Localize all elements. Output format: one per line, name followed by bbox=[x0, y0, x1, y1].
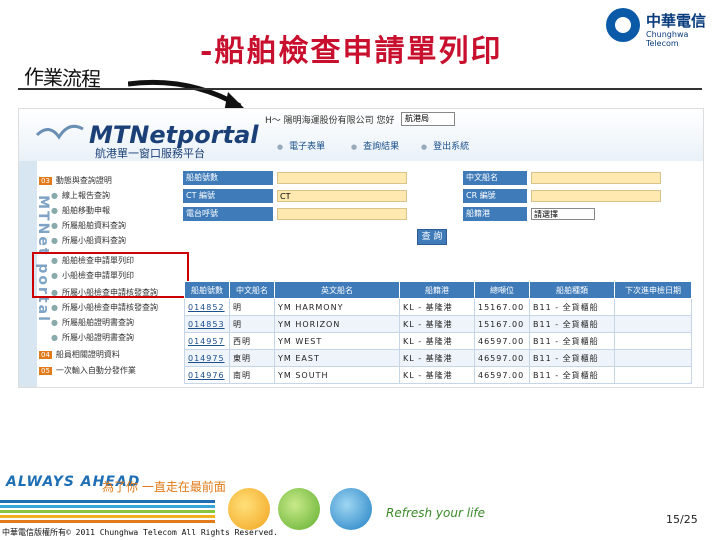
table-cell: KL - 基隆港 bbox=[399, 332, 475, 350]
label-zh-name: 中文船名 bbox=[463, 171, 527, 185]
chunghwa-logo: 中華電信 Chunghwa Telecom bbox=[606, 8, 718, 48]
ship-no-link[interactable]: 014852 bbox=[184, 298, 230, 316]
nav-item[interactable]: ● 船舶移動申報 bbox=[51, 205, 110, 217]
table-cell bbox=[614, 315, 692, 333]
table-cell: B11 - 全貨櫃船 bbox=[529, 349, 615, 367]
col-next-inspection: 下次進申檢日期 bbox=[614, 281, 692, 299]
greeting-text: H～ 陽明海運股份有限公司 您好 bbox=[265, 116, 395, 126]
page-number: 15/25 bbox=[666, 513, 698, 526]
table-cell: YM HARMONY bbox=[274, 298, 400, 316]
label-ct-no: CT 編號 bbox=[183, 189, 273, 203]
table-cell: YM SOUTH bbox=[274, 366, 400, 384]
footer-slogan-zh: 為了你 一直走在最前面 bbox=[102, 480, 226, 494]
table-cell: 15167.00 bbox=[474, 298, 530, 316]
table-cell: YM EAST bbox=[274, 349, 400, 367]
col-ship-no: 船舶號數 bbox=[184, 281, 230, 299]
table-cell: KL - 基隆港 bbox=[399, 315, 475, 333]
refresh-tagline: Refresh your life bbox=[386, 506, 486, 520]
callsign-input[interactable] bbox=[277, 208, 407, 220]
nav-item[interactable]: ● 所屬小船資料查詢 bbox=[51, 235, 126, 247]
zh-name-input[interactable] bbox=[531, 172, 661, 184]
label-callsign: 電台呼號 bbox=[183, 207, 273, 221]
table-row: 014976 南明 YM SOUTH KL - 基隆港 46597.00 B11… bbox=[184, 366, 692, 384]
table-row: 014853 明 YM HORIZON KL - 基隆港 15167.00 B1… bbox=[184, 315, 692, 333]
footer-stripes bbox=[0, 500, 215, 528]
portal-subtitle: 航港單一窗口服務平台 bbox=[95, 147, 205, 160]
port-select[interactable]: 航港局 bbox=[401, 112, 455, 126]
logo-zh-text: 中華電信 bbox=[646, 12, 707, 30]
blue-orb-icon bbox=[330, 488, 372, 530]
nav-item[interactable]: ● 所屬小船檢查申請核發查詢 bbox=[51, 302, 158, 314]
table-cell: B11 - 全貨櫃船 bbox=[529, 366, 615, 384]
tab-eform[interactable]: 電子表單 bbox=[277, 139, 325, 152]
slide-title: -船舶檢查申請單列印 bbox=[200, 34, 503, 69]
query-button[interactable]: 查 詢 bbox=[417, 229, 447, 245]
nav-section-04[interactable]: 04 船員相關證明資料 bbox=[39, 349, 120, 361]
table-row: 014852 明 YM HARMONY KL - 基隆港 15167.00 B1… bbox=[184, 298, 692, 316]
result-table: 船舶號數 中文船名 英文船名 船籍港 總噸位 船舶種類 下次進申檢日期 0148… bbox=[184, 281, 692, 384]
nav-item[interactable]: ● 線上報告查詢 bbox=[51, 190, 110, 202]
table-cell: B11 - 全貨櫃船 bbox=[529, 298, 615, 316]
table-row: 014957 西明 YM WEST KL - 基隆港 46597.00 B11 … bbox=[184, 332, 692, 350]
ship-no-link[interactable]: 014975 bbox=[184, 349, 230, 367]
nav-item[interactable]: ● 所屬船舶證明書查詢 bbox=[51, 317, 134, 329]
table-cell: 西明 bbox=[229, 332, 275, 350]
cr-no-input[interactable] bbox=[531, 190, 661, 202]
table-cell: 15167.00 bbox=[474, 315, 530, 333]
table-cell: 明 bbox=[229, 298, 275, 316]
ct-no-input[interactable]: CT bbox=[277, 190, 407, 202]
nav-section-03[interactable]: 03 動態與查詢證明 bbox=[39, 175, 112, 187]
table-cell: KL - 基隆港 bbox=[399, 349, 475, 367]
table-cell: KL - 基隆港 bbox=[399, 298, 475, 316]
port-of-registry-select[interactable]: 請選擇 bbox=[531, 208, 595, 220]
seagull-icon bbox=[35, 124, 84, 140]
table-cell: YM HORIZON bbox=[274, 315, 400, 333]
logo-en-text: Chunghwa Telecom bbox=[646, 30, 689, 48]
portal-screenshot: MTNetportal 航港單一窗口服務平台 H～ 陽明海運股份有限公司 您好 … bbox=[18, 108, 704, 388]
highlight-box bbox=[32, 252, 189, 298]
col-port: 船籍港 bbox=[399, 281, 475, 299]
label-cr-no: CR 編號 bbox=[463, 189, 527, 203]
label-ship-no: 船舶號數 bbox=[183, 171, 273, 185]
table-cell: KL - 基隆港 bbox=[399, 366, 475, 384]
table-cell: 46597.00 bbox=[474, 366, 530, 384]
orange-orb-icon bbox=[228, 488, 270, 530]
tab-logout[interactable]: 登出系統 bbox=[421, 139, 469, 152]
nav-item[interactable]: ● 所屬船舶資料查詢 bbox=[51, 220, 126, 232]
table-cell: YM WEST bbox=[274, 332, 400, 350]
ship-no-link[interactable]: 014853 bbox=[184, 315, 230, 333]
col-tonnage: 總噸位 bbox=[474, 281, 530, 299]
col-ship-type: 船舶種類 bbox=[529, 281, 615, 299]
table-cell: 南明 bbox=[229, 366, 275, 384]
table-cell: 46597.00 bbox=[474, 332, 530, 350]
table-cell: 46597.00 bbox=[474, 349, 530, 367]
table-cell: 東明 bbox=[229, 349, 275, 367]
title-rule bbox=[18, 88, 702, 90]
table-cell: B11 - 全貨櫃船 bbox=[529, 332, 615, 350]
table-cell: B11 - 全貨櫃船 bbox=[529, 315, 615, 333]
ship-no-input[interactable] bbox=[277, 172, 407, 184]
ship-no-link[interactable]: 014976 bbox=[184, 366, 230, 384]
col-en-name: 英文船名 bbox=[274, 281, 400, 299]
table-row: 014975 東明 YM EAST KL - 基隆港 46597.00 B11 … bbox=[184, 349, 692, 367]
col-zh-name: 中文船名 bbox=[229, 281, 275, 299]
label-port: 船籍港 bbox=[463, 207, 527, 221]
nav-item[interactable]: ● 所屬小船證明書查詢 bbox=[51, 332, 134, 344]
copyright-text: 中華電信版權所有© 2011 Chunghwa Telecom All Righ… bbox=[2, 528, 278, 537]
tab-query-result[interactable]: 查詢結果 bbox=[351, 139, 399, 152]
table-cell bbox=[614, 298, 692, 316]
green-orb-icon bbox=[278, 488, 320, 530]
table-cell bbox=[614, 349, 692, 367]
table-cell: 明 bbox=[229, 315, 275, 333]
chunghwa-logo-icon bbox=[606, 8, 640, 42]
ship-no-link[interactable]: 014957 bbox=[184, 332, 230, 350]
nav-section-05[interactable]: 05 一次輸入自動分發作業 bbox=[39, 365, 136, 377]
table-cell bbox=[614, 332, 692, 350]
table-cell bbox=[614, 366, 692, 384]
